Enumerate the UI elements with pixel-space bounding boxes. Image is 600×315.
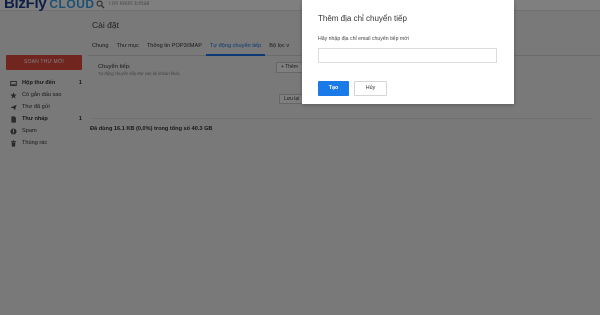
cancel-button[interactable]: Hủy: [354, 81, 387, 96]
email-field-label: Hãy nhập địa chỉ email chuyển tiếp mới: [318, 36, 409, 42]
email-field[interactable]: [318, 48, 497, 63]
create-button[interactable]: Tạo: [318, 81, 349, 96]
dialog-title: Thêm địa chỉ chuyển tiếp: [318, 14, 407, 23]
add-forward-dialog: Thêm địa chỉ chuyển tiếp Hãy nhập địa ch…: [302, 0, 514, 104]
